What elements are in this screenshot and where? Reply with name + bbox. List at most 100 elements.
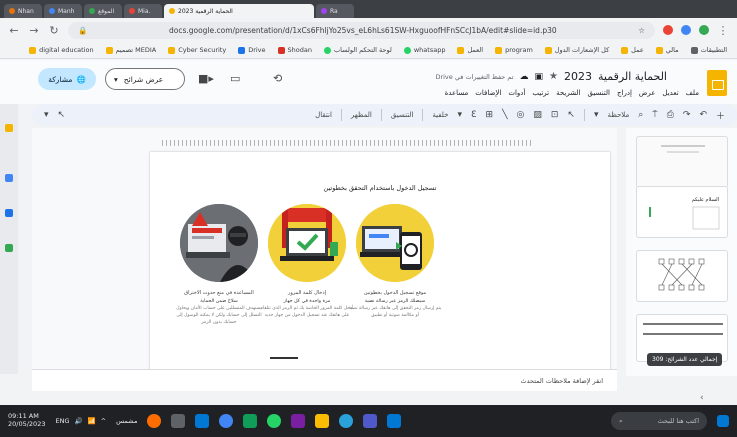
zoom-icon[interactable]: ⌕ bbox=[638, 110, 643, 120]
undo-icon[interactable]: ↶ bbox=[699, 110, 707, 120]
slides-logo-icon[interactable] bbox=[707, 70, 727, 96]
bookmark-item[interactable]: العمل bbox=[457, 46, 483, 54]
bookmark-item[interactable]: digital education bbox=[29, 46, 94, 54]
background-button[interactable]: خلفية bbox=[432, 111, 448, 119]
contacts-icon[interactable] bbox=[5, 209, 13, 217]
slide-title[interactable]: تسجيل الدخول باستخدام التحقق بخطوتين bbox=[150, 184, 610, 192]
menu-slide[interactable]: الشريحة bbox=[556, 89, 580, 97]
share-button[interactable]: مشاركة 🌐 bbox=[38, 68, 96, 90]
chevron-down-icon[interactable]: ▾ bbox=[114, 75, 118, 84]
telegram-icon[interactable] bbox=[339, 414, 354, 428]
select-icon[interactable]: ↖ bbox=[567, 110, 575, 120]
menu-tools[interactable]: أدوات bbox=[508, 89, 525, 97]
comment-label[interactable]: ملاحظة bbox=[607, 111, 629, 119]
text-box-icon[interactable]: ⊡ bbox=[551, 110, 559, 120]
weather-widget[interactable]: مشمس bbox=[116, 417, 137, 425]
bookmark-item[interactable]: التطبيقات bbox=[690, 46, 727, 54]
new-slide-icon[interactable]: ＋ bbox=[716, 109, 725, 122]
whatsapp-icon[interactable] bbox=[267, 414, 282, 428]
bookmark-item[interactable]: Cyber Security bbox=[168, 46, 226, 54]
comments-icon[interactable]: ▭ bbox=[230, 72, 240, 85]
meet-camera-icon[interactable]: ■▸ bbox=[198, 72, 214, 85]
system-clock[interactable]: 09:11 AM 20/05/2023 bbox=[8, 412, 45, 429]
browser-tab[interactable]: Manh bbox=[44, 4, 82, 18]
bookmark-item[interactable]: whatsapp bbox=[403, 46, 445, 54]
bookmark-item[interactable]: تصميم MEDIA bbox=[105, 46, 156, 54]
taskbar-search[interactable]: اكتب هنا للبحث ⌕ bbox=[611, 412, 707, 430]
file-explorer-icon[interactable] bbox=[315, 414, 330, 428]
bookmark-item[interactable]: كل الإشعارات الدول bbox=[544, 46, 609, 54]
maps-icon[interactable] bbox=[5, 244, 13, 252]
browser-tab[interactable]: Ra bbox=[316, 4, 354, 18]
shape-icon[interactable]: ◎ bbox=[516, 110, 524, 120]
chevron-down-icon[interactable]: ▾ bbox=[44, 110, 49, 120]
bookmark-item[interactable]: Drive bbox=[238, 46, 266, 54]
network-icon[interactable]: 📶 bbox=[88, 417, 96, 425]
pointer-icon[interactable]: ↖ bbox=[58, 110, 66, 120]
document-title[interactable]: الحماية الرقمية 2023 ★ ▣ ☁ تم حفظ التغيي… bbox=[435, 70, 667, 83]
menu-file[interactable]: ملف bbox=[686, 89, 699, 97]
chevron-down-icon[interactable]: ▾ bbox=[594, 110, 599, 120]
image-icon[interactable]: ▨ bbox=[533, 110, 542, 120]
menu-edit[interactable]: تعديل bbox=[662, 89, 678, 97]
language-indicator[interactable]: ENG bbox=[55, 417, 69, 425]
add-comment-icon[interactable]: ⊞ bbox=[486, 110, 494, 120]
speaker-notes[interactable]: انقر لإضافة ملاحظات المتحدث bbox=[32, 369, 617, 391]
windows-start-icon[interactable] bbox=[717, 415, 729, 427]
transition-button[interactable]: انتقال bbox=[315, 111, 332, 119]
tasks-icon[interactable] bbox=[5, 174, 13, 182]
tray-chevron-icon[interactable]: ^ bbox=[101, 417, 106, 425]
special-character-icon[interactable]: Ɛ bbox=[471, 110, 477, 120]
bookmark-item[interactable]: لوحة التحكم الولساب bbox=[324, 46, 392, 54]
print-icon[interactable]: ⎙ bbox=[667, 110, 674, 120]
redo-icon[interactable]: ↷ bbox=[683, 110, 691, 120]
expand-panel-icon[interactable]: ‹ bbox=[700, 393, 704, 403]
resize-handle[interactable] bbox=[270, 357, 298, 359]
star-icon[interactable]: ★ bbox=[549, 71, 558, 82]
bookmark-item[interactable]: program bbox=[495, 46, 533, 54]
taskbar-app-icon[interactable] bbox=[171, 414, 186, 428]
bookmark-item[interactable]: Shodan bbox=[277, 46, 312, 54]
volume-icon[interactable]: 🔊 bbox=[74, 417, 82, 425]
back-icon[interactable]: ← bbox=[8, 24, 20, 37]
teams-icon[interactable] bbox=[363, 414, 378, 428]
chevron-down-icon[interactable]: ▾ bbox=[457, 110, 462, 120]
url-input[interactable]: 🔒 docs.google.com/presentation/d/1xCs6Fh… bbox=[68, 21, 655, 39]
menu-format[interactable]: التنسيق bbox=[588, 89, 611, 97]
menu-view[interactable]: عرض bbox=[639, 89, 656, 97]
move-folder-icon[interactable]: ▣ bbox=[535, 72, 544, 82]
taskbar-app-icon[interactable] bbox=[291, 414, 306, 428]
slide-canvas[interactable]: تسجيل الدخول باستخدام التحقق بخطوتين الم… bbox=[150, 152, 610, 370]
browser-tab[interactable]: Mia. bbox=[124, 4, 162, 18]
layout-button[interactable]: التنسيق bbox=[391, 111, 414, 119]
bookmark-star-icon[interactable]: ☆ bbox=[638, 26, 645, 35]
menu-help[interactable]: مساعدة bbox=[445, 89, 469, 97]
reload-icon[interactable]: ↻ bbox=[48, 24, 60, 37]
history-icon[interactable]: ⟲ bbox=[273, 72, 282, 85]
extension-icon[interactable] bbox=[663, 25, 673, 35]
weather-icon[interactable] bbox=[147, 414, 162, 428]
keep-icon[interactable] bbox=[5, 124, 13, 132]
taskbar-app-icon[interactable] bbox=[243, 414, 258, 428]
browser-tab-active[interactable]: الحماية الرقمية 2023 bbox=[164, 4, 314, 18]
slideshow-button[interactable]: ▾ عرض شرائح bbox=[105, 68, 185, 90]
browser-tab[interactable]: Nhan bbox=[4, 4, 42, 18]
menu-arrange[interactable]: ترتيب bbox=[532, 89, 549, 97]
edge-icon[interactable] bbox=[387, 414, 402, 428]
profile-avatar[interactable] bbox=[699, 25, 709, 35]
theme-button[interactable]: المظهر bbox=[351, 111, 372, 119]
forward-icon[interactable]: → bbox=[28, 24, 40, 37]
menu-insert[interactable]: إدراج bbox=[617, 89, 632, 97]
slide-thumbnail[interactable] bbox=[636, 136, 728, 188]
browser-tab[interactable]: الموقع bbox=[84, 4, 122, 18]
bookmark-item[interactable]: مالي bbox=[655, 46, 679, 54]
paint-format-icon[interactable]: ⍑ bbox=[652, 110, 657, 120]
taskbar-app-icon[interactable] bbox=[195, 414, 210, 428]
bookmark-item[interactable]: عمل bbox=[621, 46, 644, 54]
menu-kebab-icon[interactable]: ⋮ bbox=[717, 24, 729, 37]
extension-icon[interactable] bbox=[681, 25, 691, 35]
line-icon[interactable]: ╲ bbox=[502, 110, 507, 120]
slide-thumbnail[interactable]: السلام عليكم bbox=[636, 186, 728, 238]
slide-thumbnail[interactable] bbox=[636, 250, 728, 302]
menu-extensions[interactable]: الإضافات bbox=[475, 89, 501, 97]
